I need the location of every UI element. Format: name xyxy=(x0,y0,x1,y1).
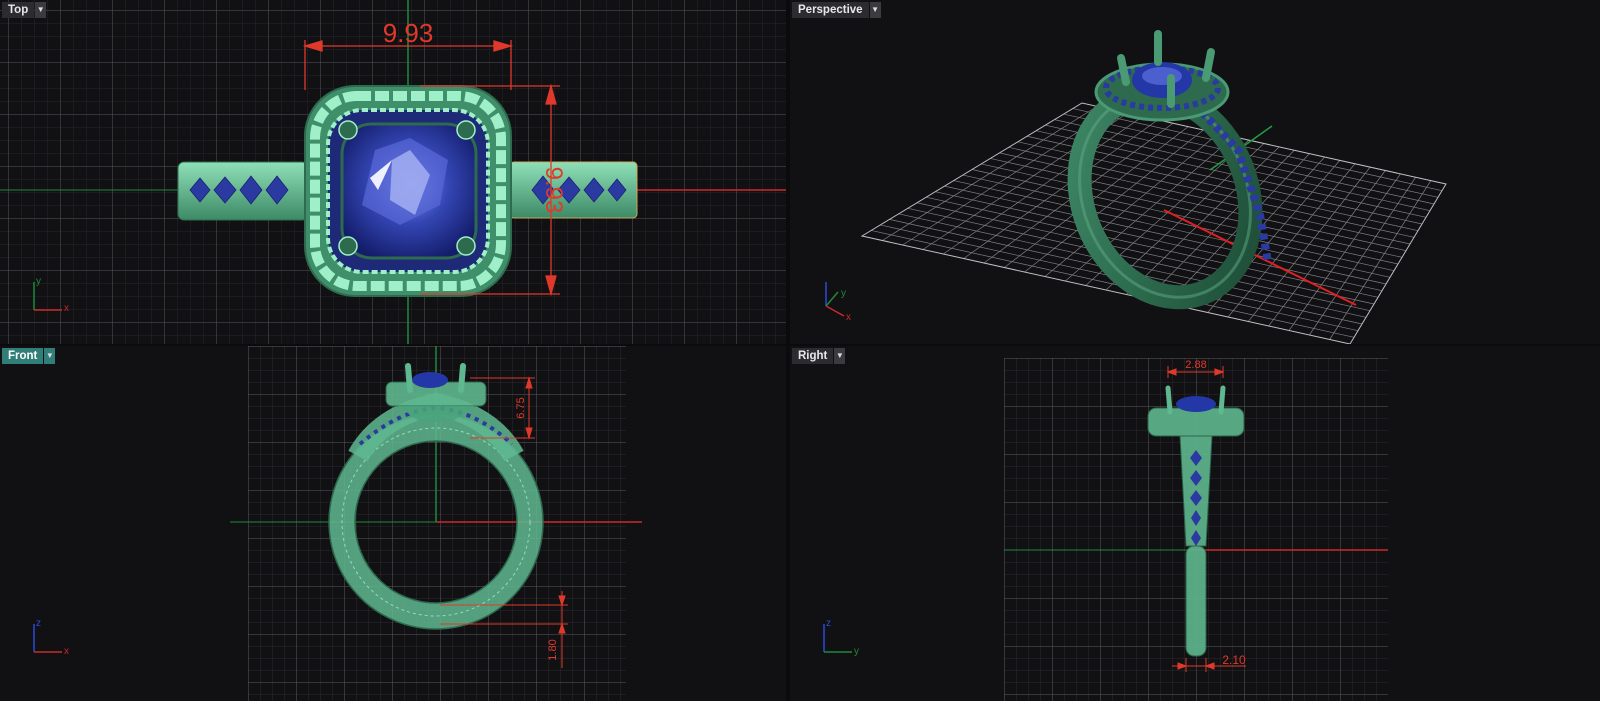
grid-line xyxy=(990,158,1407,252)
grid-line xyxy=(1288,173,1401,331)
grid-line xyxy=(981,163,1403,258)
viewport-title[interactable]: Top xyxy=(2,2,35,18)
svg-text:z: z xyxy=(826,618,831,629)
viewport-tab-right[interactable]: Right ▼ xyxy=(792,348,846,364)
viewport-perspective[interactable]: Perspective ▼ y x xyxy=(790,0,1600,344)
top-view-scene: 9.93 9.93 y x xyxy=(0,0,786,344)
dropdown-arrow-icon[interactable]: ▼ xyxy=(35,2,47,18)
viewport-tab-top[interactable]: Top ▼ xyxy=(2,2,47,18)
svg-text:y: y xyxy=(36,276,41,287)
viewport-front[interactable]: Front ▼ 6.75 1.80 z x xyxy=(0,346,786,701)
dimension-width: 9.93 xyxy=(383,18,434,48)
right-view-scene: 2.88 2.10 z y xyxy=(823,358,1388,701)
dimension-shank-width: 2.10 xyxy=(1222,653,1246,667)
dimension-head-height: 6.75 xyxy=(515,397,527,418)
viewport-top[interactable]: Top ▼ 9.93 9.93 y x xyxy=(0,0,786,344)
dimension-prong-spread: 2.88 xyxy=(1185,359,1206,371)
shank-side xyxy=(1185,545,1207,657)
dimension-shank-thickness: 1.80 xyxy=(547,639,559,660)
axis-triad-icon: z x xyxy=(33,618,69,657)
svg-text:x: x xyxy=(846,312,851,323)
svg-text:x: x xyxy=(64,646,69,657)
viewport-tab-perspective[interactable]: Perspective ▼ xyxy=(792,2,881,18)
svg-text:z: z xyxy=(36,618,41,629)
svg-text:y: y xyxy=(854,646,859,657)
axis-triad-icon: z y xyxy=(823,618,859,657)
viewport-title[interactable]: Front xyxy=(2,348,44,364)
viewport-title[interactable]: Right xyxy=(792,348,834,364)
perspective-view-scene: y x xyxy=(825,30,1447,344)
viewport-right[interactable]: Right ▼ 2.88 2.10 z y xyxy=(790,346,1600,701)
viewport-tab-front[interactable]: Front ▼ xyxy=(2,348,56,364)
viewport-title[interactable]: Perspective xyxy=(792,2,869,18)
svg-text:x: x xyxy=(64,303,69,314)
svg-text:y: y xyxy=(841,288,846,299)
front-view-scene: 6.75 1.80 z x xyxy=(33,346,642,701)
dropdown-arrow-icon[interactable]: ▼ xyxy=(834,348,846,364)
dimension-height: 9.93 xyxy=(540,167,567,214)
dropdown-arrow-icon[interactable]: ▼ xyxy=(869,2,881,18)
axis-triad-icon: y x xyxy=(825,282,851,323)
dropdown-arrow-icon[interactable]: ▼ xyxy=(44,348,56,364)
head-side xyxy=(1147,407,1245,437)
